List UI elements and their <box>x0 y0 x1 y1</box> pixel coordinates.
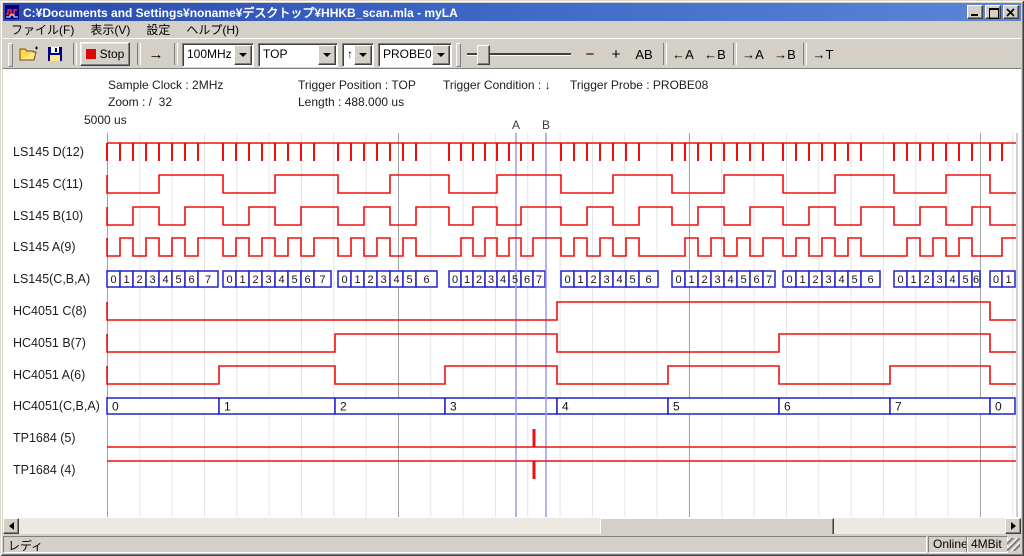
menu-settings[interactable]: 設定 <box>138 20 178 39</box>
chevron-down-icon <box>437 53 445 57</box>
maximize-icon <box>989 8 999 19</box>
menu-file[interactable]: ファイル(F) <box>3 20 82 39</box>
zoom-in-button[interactable]: + <box>605 42 627 66</box>
toolbar-grip[interactable] <box>456 43 461 67</box>
zoom-slider[interactable] <box>467 44 571 64</box>
toolbar-separator <box>733 43 737 65</box>
channel-label: LS145 B(10) <box>13 209 83 223</box>
app-icon[interactable] <box>5 5 19 19</box>
move-cursor-b-left-button[interactable]: ←B <box>701 42 729 66</box>
app-window: C:¥Documents and Settings¥noname¥デスクトップ¥… <box>0 0 1024 556</box>
status-memory-panel: 4MBit <box>966 536 1008 553</box>
stop-button[interactable]: Stop <box>80 42 130 66</box>
floppy-disk-icon <box>47 46 63 62</box>
window-title: C:¥Documents and Settings¥noname¥デスクトップ¥… <box>23 4 967 21</box>
maximize-button[interactable] <box>985 5 1001 19</box>
trigger-edge-combo[interactable]: ↑ <box>342 43 374 67</box>
chevron-down-icon <box>323 53 331 57</box>
toolbar-separator <box>803 43 807 65</box>
scroll-right-button[interactable] <box>1005 518 1021 534</box>
channel-label: HC4051 A(6) <box>13 368 85 382</box>
status-message-panel: レディ <box>3 536 927 553</box>
zoom-out-button[interactable]: − <box>579 42 601 66</box>
channel-label: HC4051 B(7) <box>13 336 86 350</box>
arrow-left-icon <box>9 522 14 530</box>
menubar: ファイル(F) 表示(V) 設定 ヘルプ(H) <box>3 21 1021 39</box>
length-info: Length : 488.000 us <box>298 95 404 109</box>
trigger-condition-info: Trigger Condition : ↓ <box>443 78 551 92</box>
minimize-button[interactable] <box>967 5 983 19</box>
channel-label: TP1684 (4) <box>13 463 76 477</box>
trigger-probe-info: Trigger Probe : PROBE08 <box>570 78 708 92</box>
window-controls <box>967 5 1019 19</box>
probe-combo[interactable]: PROBE00 <box>378 43 452 67</box>
stop-icon <box>86 49 96 59</box>
waveform-client-area: Sample Clock : 2MHz Trigger Position : T… <box>3 68 1021 519</box>
scroll-left-button[interactable] <box>3 518 19 534</box>
dropdown-button[interactable] <box>318 45 336 65</box>
trigger-edge-value: ↑ <box>343 44 353 66</box>
save-button[interactable] <box>43 42 67 66</box>
move-cursor-a-left-button[interactable]: ←A <box>669 42 697 66</box>
move-cursor-a-right-button[interactable]: →A <box>739 42 767 66</box>
toolbar-grip[interactable] <box>8 43 13 67</box>
sample-clock-value: 100MHz <box>183 44 233 66</box>
close-button[interactable] <box>1003 5 1019 19</box>
run-button[interactable]: → <box>144 42 168 66</box>
statusbar: レディ Online 4MBit <box>3 534 1021 553</box>
titlebar: C:¥Documents and Settings¥noname¥デスクトップ¥… <box>3 3 1021 21</box>
goto-trigger-button[interactable]: →T <box>809 42 837 66</box>
horizontal-scrollbar[interactable] <box>3 518 1021 534</box>
trigger-position-info: Trigger Position : TOP <box>298 78 416 92</box>
channel-label: LS145 D(12) <box>13 145 84 159</box>
toolbar-separator <box>73 43 77 65</box>
status-online-panel: Online <box>928 536 968 553</box>
status-memory-text: 4MBit <box>971 537 1002 551</box>
open-folder-icon <box>19 46 39 62</box>
channel-label: LS145(C,B,A) <box>13 272 90 286</box>
status-online-text: Online <box>933 537 968 551</box>
zoom-ab-button[interactable]: AB <box>631 42 657 66</box>
menu-view[interactable]: 表示(V) <box>82 20 138 39</box>
move-cursor-b-right-button[interactable]: →B <box>771 42 799 66</box>
slider-thumb[interactable] <box>477 45 490 65</box>
status-ready-text: レディ <box>8 539 43 553</box>
trigger-position-combo[interactable]: TOP <box>258 43 338 67</box>
zoom-info: Zoom : / 32 <box>108 95 172 109</box>
menu-help[interactable]: ヘルプ(H) <box>178 20 247 39</box>
sample-clock-combo[interactable]: 100MHz <box>182 43 254 67</box>
channel-label: LS145 A(9) <box>13 240 76 254</box>
arrow-right-icon <box>1011 522 1016 530</box>
toolbar-separator <box>663 43 667 65</box>
minimize-icon <box>971 14 978 16</box>
time-per-division-label: 5000 us <box>84 113 127 127</box>
toolbar-separator <box>174 43 178 65</box>
chevron-down-icon <box>359 53 367 57</box>
toolbar-separator <box>137 43 141 65</box>
chevron-down-icon <box>239 53 247 57</box>
close-icon <box>1006 8 1016 17</box>
probe-value: PROBE00 <box>379 44 431 66</box>
channel-label: HC4051 C(8) <box>13 304 87 318</box>
channel-label: TP1684 (5) <box>13 431 76 445</box>
channel-label: HC4051(C,B,A) <box>13 399 100 413</box>
sample-clock-info: Sample Clock : 2MHz <box>108 78 223 92</box>
stop-label: Stop <box>100 47 125 61</box>
dropdown-button[interactable] <box>432 45 450 65</box>
dropdown-button[interactable] <box>234 45 252 65</box>
trigger-position-value: TOP <box>259 44 317 66</box>
resize-grip[interactable] <box>1007 538 1020 551</box>
dropdown-button[interactable] <box>354 45 372 65</box>
toolbar: Stop → 100MHz TOP ↑ PROBE00 − + AB ←A <box>3 38 1021 69</box>
open-file-button[interactable] <box>17 42 41 66</box>
channel-label: LS145 C(11) <box>13 177 83 191</box>
